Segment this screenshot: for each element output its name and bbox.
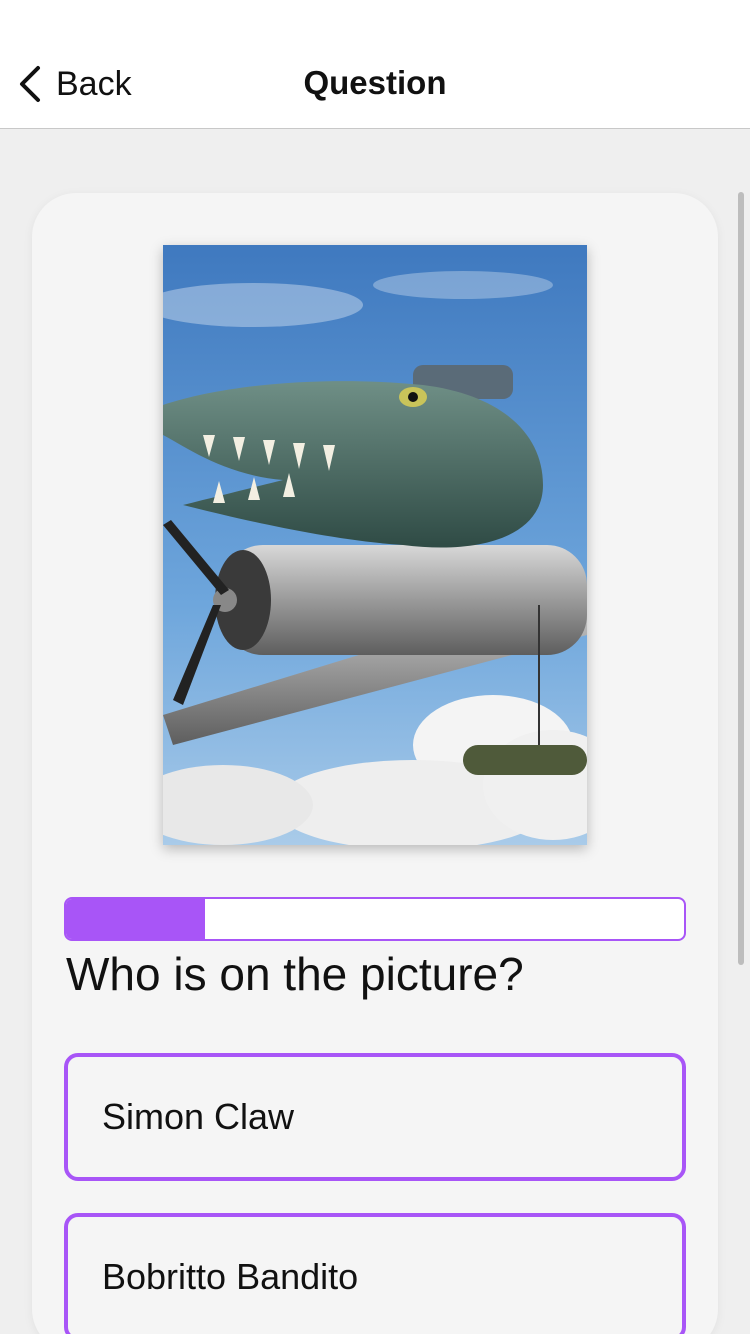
scrollbar[interactable] xyxy=(738,192,744,965)
question-image xyxy=(163,245,587,845)
question-card: Who is on the picture? Simon Claw Bobrit… xyxy=(32,193,718,1334)
question-text: Who is on the picture? xyxy=(66,948,524,1000)
page-title: Question xyxy=(303,64,447,101)
answer-option[interactable]: Bobritto Bandito xyxy=(64,1213,686,1334)
nav-bar: Back Question xyxy=(0,0,750,129)
progress-bar xyxy=(64,897,686,941)
crocodile-plane-illustration xyxy=(163,245,587,845)
answer-option[interactable]: Simon Claw xyxy=(64,1053,686,1181)
progress-fill xyxy=(66,899,206,939)
